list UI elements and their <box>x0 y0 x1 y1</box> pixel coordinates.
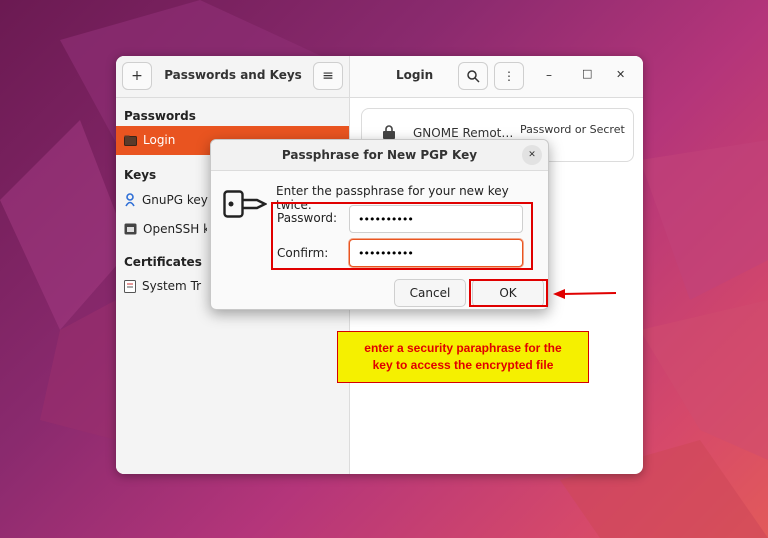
annotation-line-2: key to access the encrypted file <box>372 358 554 372</box>
header-left: + Passwords and Keys ≡ <box>116 56 350 98</box>
close-icon: ✕ <box>528 150 536 160</box>
sidebar-item-label: System Trust <box>142 279 202 293</box>
arrow-icon <box>553 289 617 299</box>
kebab-icon: ⋮ <box>503 69 515 83</box>
sidebar-item-label: Login <box>143 133 176 147</box>
annotation-line-1: enter a security paraphrase for the <box>364 341 562 355</box>
dialog-close-button[interactable]: ✕ <box>522 145 542 165</box>
more-button[interactable]: ⋮ <box>494 62 524 90</box>
annotation-callout: enter a security paraphrase for the key … <box>337 331 589 383</box>
sidebar-item-label: GnuPG keys <box>142 193 208 207</box>
lock-icon <box>383 125 395 139</box>
maximize-button[interactable]: □ <box>582 67 592 80</box>
search-button[interactable] <box>458 62 488 90</box>
ssh-icon <box>124 223 137 235</box>
minimize-button[interactable]: – <box>546 68 552 82</box>
app-title: Passwords and Keys <box>164 68 302 82</box>
cancel-button[interactable]: Cancel <box>394 279 466 307</box>
folder-icon <box>124 135 137 146</box>
header-right: Login ⋮ – □ ✕ <box>350 56 643 98</box>
dialog-title: Passphrase for New PGP Key <box>281 148 478 162</box>
card-name: GNOME Remot… <box>413 126 514 140</box>
key-icon <box>223 190 267 218</box>
add-button[interactable]: + <box>122 62 152 90</box>
hamburger-icon: ≡ <box>322 68 334 84</box>
view-title: Login <box>396 68 434 82</box>
sidebar-item-gnupg[interactable]: GnuPG keys <box>124 193 208 207</box>
certificate-icon <box>124 279 136 293</box>
plus-icon: + <box>131 68 143 84</box>
close-button[interactable]: ✕ <box>616 68 625 81</box>
key-person-icon <box>125 193 135 207</box>
card-type: Password or Secret <box>520 123 625 136</box>
fields-highlight <box>271 202 533 270</box>
sidebar-item-system-trust[interactable]: System Trust <box>124 279 202 293</box>
sidebar-item-openssh[interactable]: OpenSSH keys <box>124 222 207 236</box>
menu-button[interactable]: ≡ <box>313 62 343 90</box>
ok-highlight <box>469 279 548 307</box>
section-keys: Keys <box>124 168 157 182</box>
sidebar-item-label: OpenSSH keys <box>143 222 207 236</box>
section-certificates: Certificates <box>124 255 202 269</box>
search-icon <box>467 70 480 83</box>
dialog-titlebar: Passphrase for New PGP Key ✕ <box>211 140 548 171</box>
section-passwords: Passwords <box>124 109 196 123</box>
